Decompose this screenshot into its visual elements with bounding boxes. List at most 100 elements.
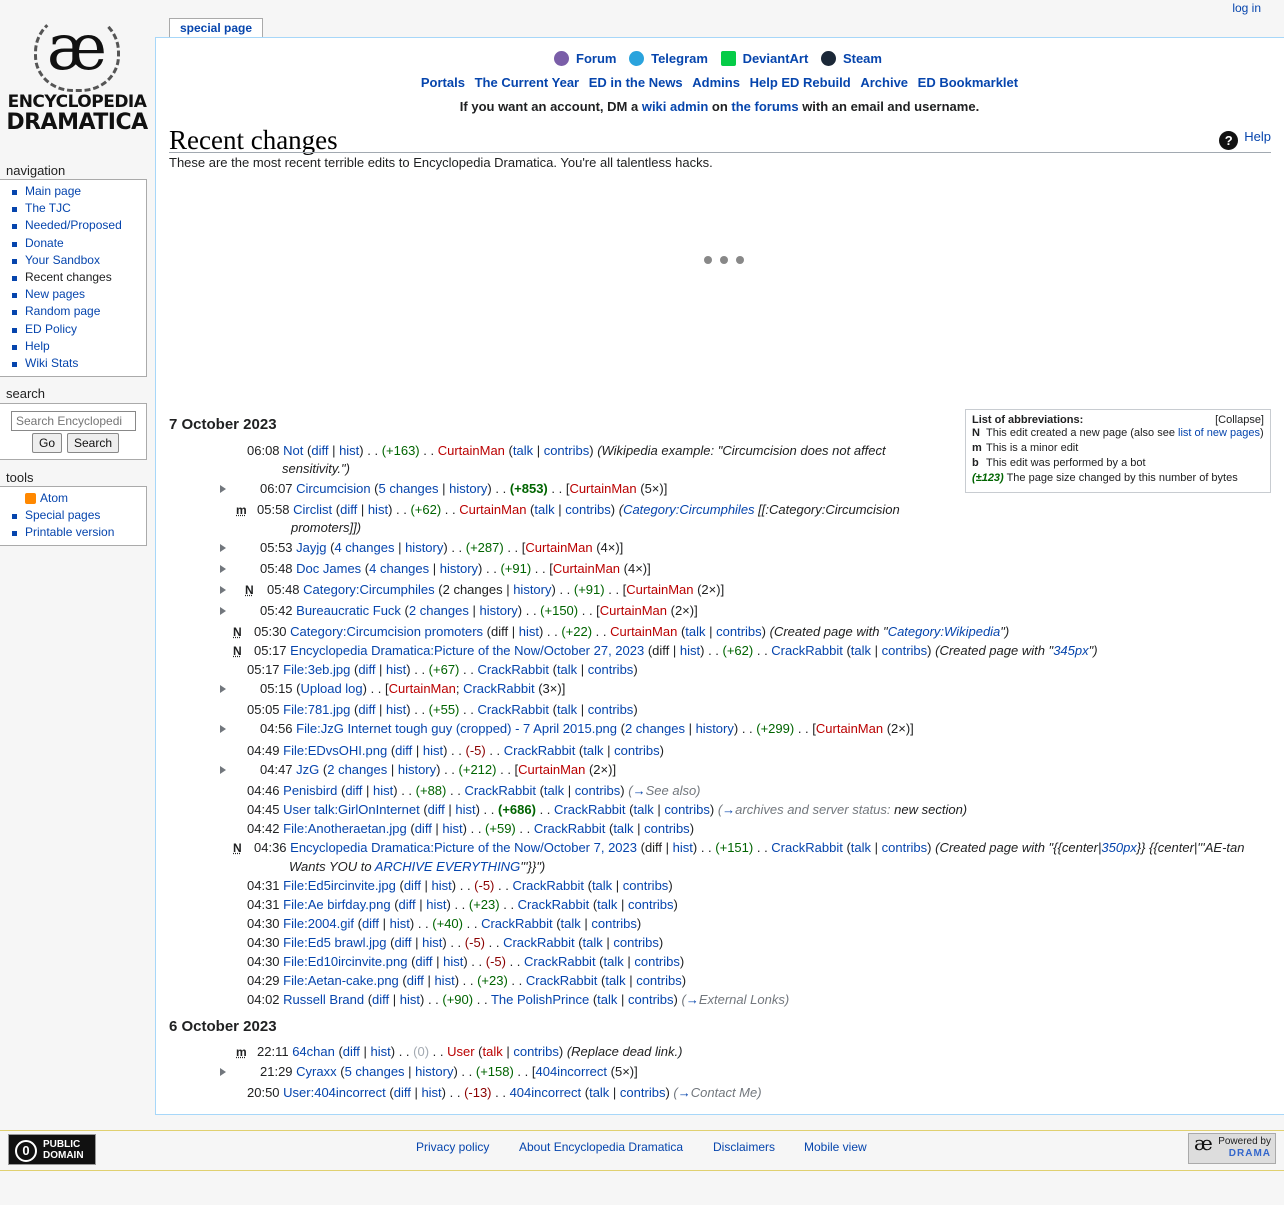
change-link[interactable]: CrackRabbit [518, 897, 590, 912]
link-help-rebuild[interactable]: Help ED Rebuild [750, 75, 851, 90]
link-archive[interactable]: Archive [860, 75, 908, 90]
expand-arrow-icon[interactable] [220, 565, 226, 573]
change-link[interactable]: contribs [634, 954, 680, 969]
link-current-year[interactable]: The Current Year [475, 75, 580, 90]
sidebar-item-printable[interactable]: Printable version [25, 525, 114, 539]
change-link[interactable]: File:Aetan-cake.png [283, 973, 399, 988]
change-link[interactable]: hist [386, 702, 406, 717]
change-link[interactable]: diff [407, 973, 424, 988]
sidebar-item-policy[interactable]: ED Policy [25, 322, 77, 336]
expand-arrow-icon[interactable] [220, 607, 226, 615]
change-link[interactable]: talk [534, 502, 554, 517]
new-pages-link[interactable]: list of new pages [1178, 427, 1260, 439]
change-link[interactable]: diff [362, 916, 379, 931]
change-link[interactable]: contribs [628, 897, 674, 912]
mobile-view-link[interactable]: Mobile view [804, 1140, 867, 1154]
change-link[interactable]: contribs [664, 802, 710, 817]
change-link[interactable]: ARCHIVE EVERYTHING [375, 859, 520, 874]
change-link[interactable]: File:Ed5 brawl.jpg [283, 935, 386, 950]
change-link[interactable]: 350px [1101, 840, 1136, 855]
change-link[interactable]: CrackRabbit [477, 702, 549, 717]
change-link[interactable]: history [696, 721, 734, 736]
change-link[interactable]: CrackRabbit [464, 783, 536, 798]
change-link[interactable]: → [722, 802, 735, 817]
change-link[interactable]: Not [283, 443, 303, 458]
change-link[interactable]: talk [592, 878, 612, 893]
change-link[interactable]: talk [561, 916, 581, 931]
change-link[interactable]: CrackRabbit [524, 954, 596, 969]
change-link[interactable]: 2 changes [327, 762, 387, 777]
powered-by-badge[interactable]: æ Powered by DRAMA [1188, 1133, 1276, 1164]
change-link[interactable]: contribs [588, 702, 634, 717]
change-link[interactable]: hist [519, 624, 539, 639]
link-portals[interactable]: Portals [421, 75, 465, 90]
change-link[interactable]: File:2004.gif [283, 916, 354, 931]
expand-arrow-icon[interactable] [220, 725, 226, 733]
change-link[interactable]: hist [434, 973, 454, 988]
change-link[interactable]: Category:Circumphiles [303, 582, 435, 597]
change-link[interactable]: talk [597, 992, 617, 1007]
change-link[interactable]: Penisbird [283, 783, 337, 798]
change-link[interactable]: File:Ed10ircinvite.png [283, 954, 407, 969]
change-link[interactable]: Doc James [296, 561, 361, 576]
change-link[interactable]: diff [358, 662, 375, 677]
change-link[interactable]: CurtainMan [553, 561, 620, 576]
change-link[interactable]: talk [685, 624, 705, 639]
deviantart-link[interactable]: DeviantArt [743, 51, 809, 66]
change-link[interactable]: diff [311, 443, 328, 458]
change-link[interactable]: diff [394, 1085, 411, 1100]
search-button[interactable]: Search [67, 433, 120, 453]
link-admins[interactable]: Admins [692, 75, 740, 90]
change-link[interactable]: diff [343, 1044, 360, 1059]
change-link[interactable]: talk [589, 1085, 609, 1100]
change-link[interactable]: Russell Brand [283, 992, 364, 1007]
change-link[interactable]: contribs [588, 662, 634, 677]
sidebar-item-main-page[interactable]: Main page [25, 184, 81, 198]
change-link[interactable]: File:781.jpg [283, 702, 350, 717]
about-link[interactable]: About Encyclopedia Dramatica [519, 1140, 683, 1154]
change-link[interactable]: contribs [882, 643, 928, 658]
change-link[interactable]: talk [851, 840, 871, 855]
change-link[interactable]: history [440, 561, 478, 576]
change-link[interactable]: history [479, 603, 517, 618]
change-link[interactable]: talk [583, 935, 603, 950]
change-link[interactable]: CurtainMan [389, 681, 456, 696]
change-link[interactable]: talk [605, 973, 625, 988]
change-link[interactable]: contribs [613, 935, 659, 950]
tab-special-page[interactable]: special page [169, 18, 264, 38]
change-link[interactable]: history [513, 582, 551, 597]
change-link[interactable]: contribs [636, 973, 682, 988]
change-link[interactable]: hist [368, 502, 388, 517]
change-link[interactable]: history [398, 762, 436, 777]
site-logo[interactable]: æ ENCYCLOPEDIA DRAMATICA [6, 10, 148, 150]
change-link[interactable]: CurtainMan [816, 721, 883, 736]
privacy-policy-link[interactable]: Privacy policy [416, 1140, 489, 1154]
change-link[interactable]: User [447, 1044, 474, 1059]
wiki-admin-link[interactable]: wiki admin [642, 99, 708, 114]
change-link[interactable]: CrackRabbit [503, 935, 575, 950]
change-link[interactable]: talk [557, 702, 577, 717]
change-link[interactable]: contribs [513, 1044, 559, 1059]
login-link[interactable]: log in [1232, 1, 1261, 15]
change-link[interactable]: CurtainMan [600, 603, 667, 618]
change-link[interactable]: diff [394, 935, 411, 950]
change-link[interactable]: hist [339, 443, 359, 458]
expand-arrow-icon[interactable] [220, 586, 226, 594]
go-button[interactable]: Go [32, 433, 63, 453]
expand-arrow-icon[interactable] [220, 1068, 226, 1076]
change-link[interactable]: File:EDvsOHI.png [283, 743, 387, 758]
change-link[interactable]: Bureaucratic Fuck [296, 603, 401, 618]
change-link[interactable]: 404incorrect [510, 1085, 582, 1100]
change-link[interactable]: hist [422, 935, 442, 950]
change-link[interactable]: CrackRabbit [534, 821, 606, 836]
change-link[interactable]: diff [404, 878, 421, 893]
change-link[interactable]: diff [399, 897, 416, 912]
search-input[interactable] [11, 411, 136, 431]
change-link[interactable]: CrackRabbit [554, 802, 626, 817]
change-link[interactable]: hist [443, 954, 463, 969]
change-link[interactable]: Circumcision [296, 481, 370, 496]
change-link[interactable]: hist [421, 1085, 441, 1100]
change-link[interactable]: hist [371, 1044, 391, 1059]
legend-collapse-toggle[interactable]: [Collapse] [1215, 414, 1264, 426]
change-link[interactable]: hist [442, 821, 462, 836]
